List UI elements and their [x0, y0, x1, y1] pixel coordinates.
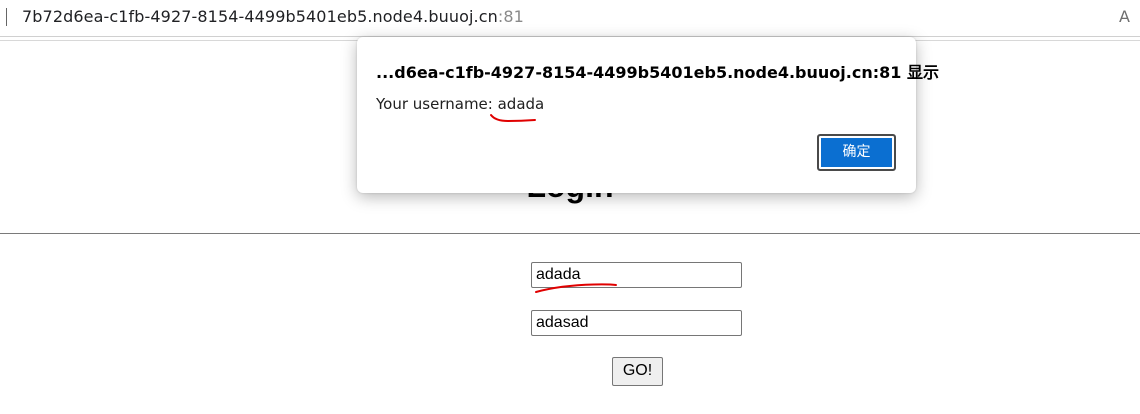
horizontal-rule	[0, 233, 1140, 234]
dialog-message: Your username: adada	[376, 95, 545, 113]
url-host: 7b72d6ea-c1fb-4927-8154-4499b5401eb5.nod…	[22, 7, 498, 26]
ok-button[interactable]: 确定	[817, 134, 896, 171]
url-text[interactable]: 7b72d6ea-c1fb-4927-8154-4499b5401eb5.nod…	[22, 7, 524, 26]
address-bar[interactable]: 7b72d6ea-c1fb-4927-8154-4499b5401eb5.nod…	[0, 0, 1140, 37]
dialog-title: ...d6ea-c1fb-4927-8154-4499b5401eb5.node…	[376, 63, 939, 82]
annotation-underline-message	[490, 114, 536, 123]
username-input[interactable]: adada	[531, 262, 742, 288]
text-cursor	[6, 8, 7, 26]
alert-dialog: ...d6ea-c1fb-4927-8154-4499b5401eb5.node…	[357, 37, 939, 193]
password-input[interactable]: adasad	[531, 310, 742, 336]
url-port: :81	[497, 7, 524, 26]
reader-mode-icon[interactable]: A	[1119, 7, 1130, 26]
submit-button[interactable]: GO!	[612, 357, 663, 386]
